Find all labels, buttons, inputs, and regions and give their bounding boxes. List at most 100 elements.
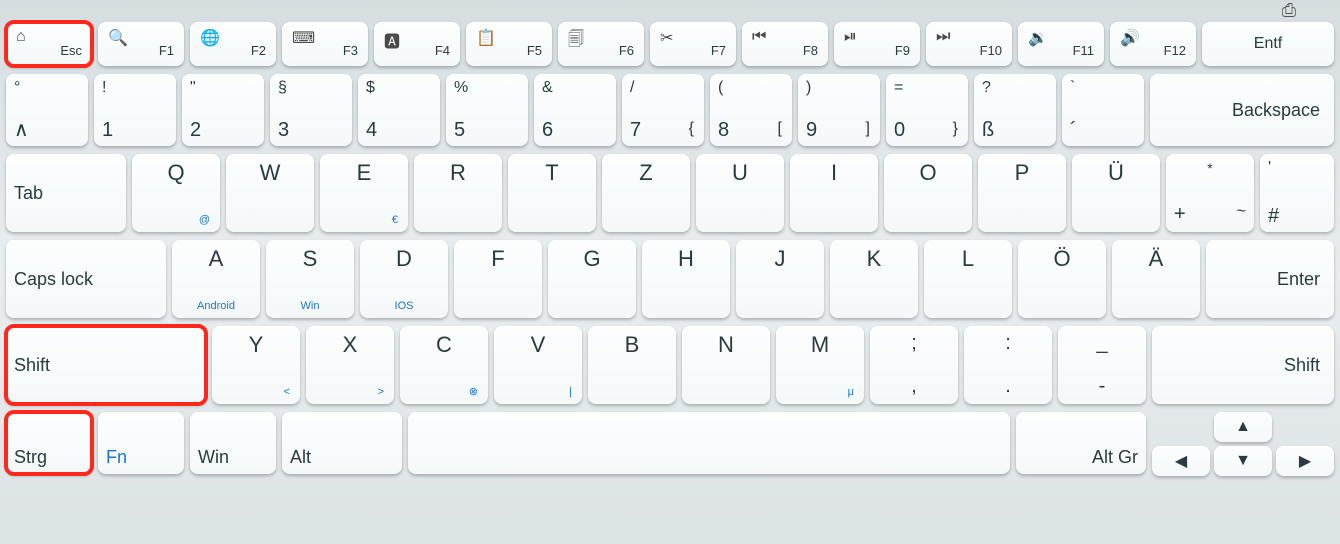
key-c[interactable]: C⊗ bbox=[400, 326, 488, 404]
key-esc[interactable]: ⌂ Esc bbox=[6, 22, 92, 66]
key-f10[interactable]: ⏭ F10 bbox=[926, 22, 1012, 66]
key-3[interactable]: §3 bbox=[270, 74, 352, 146]
key-label: Shift bbox=[1284, 355, 1320, 376]
key-f11[interactable]: 🔉 F11 bbox=[1018, 22, 1104, 66]
key-8[interactable]: (8[ bbox=[710, 74, 792, 146]
key-f12[interactable]: 🔊 F12 bbox=[1110, 22, 1196, 66]
key-u[interactable]: U bbox=[696, 154, 784, 232]
prev-track-icon: ⏮ bbox=[752, 28, 766, 46]
key-label: Tab bbox=[14, 183, 118, 204]
key-q[interactable]: Q@ bbox=[132, 154, 220, 232]
key-t[interactable]: T bbox=[508, 154, 596, 232]
key-f2[interactable]: 🌐 F2 bbox=[190, 22, 276, 66]
key-tab[interactable]: Tab bbox=[6, 154, 126, 232]
key-enter[interactable]: Enter bbox=[1206, 240, 1334, 318]
key-arrow-up[interactable]: ▲ bbox=[1214, 412, 1272, 442]
key-v[interactable]: V| bbox=[494, 326, 582, 404]
key-arrow-down[interactable]: ▼ bbox=[1214, 446, 1272, 476]
key-2[interactable]: "2 bbox=[182, 74, 264, 146]
key-1[interactable]: !1 bbox=[94, 74, 176, 146]
key-f1[interactable]: 🔍 F1 bbox=[98, 22, 184, 66]
key-5[interactable]: %5 bbox=[446, 74, 528, 146]
key-dash[interactable]: _- bbox=[1058, 326, 1146, 404]
key-strg[interactable]: Strg bbox=[6, 412, 92, 474]
key-altgr[interactable]: Alt Gr bbox=[1016, 412, 1146, 474]
key-a[interactable]: AAndroid bbox=[172, 240, 260, 318]
key-arrow-right[interactable]: ▶ bbox=[1276, 446, 1334, 476]
next-track-icon: ⏭ bbox=[936, 28, 950, 46]
key-j[interactable]: J bbox=[736, 240, 824, 318]
key-label: F2 bbox=[251, 43, 266, 58]
key-f7[interactable]: ✂ F7 bbox=[650, 22, 736, 66]
key-b[interactable]: B bbox=[588, 326, 676, 404]
key-f8[interactable]: ⏮ F8 bbox=[742, 22, 828, 66]
key-label: Alt bbox=[290, 447, 394, 468]
key-plus[interactable]: * + ~ bbox=[1166, 154, 1254, 232]
key-p[interactable]: P bbox=[978, 154, 1066, 232]
key-eszett[interactable]: ?ß bbox=[974, 74, 1056, 146]
key-alt: } bbox=[953, 120, 958, 138]
key-f4[interactable]: 🅰 F4 bbox=[374, 22, 460, 66]
key-6[interactable]: &6 bbox=[534, 74, 616, 146]
key-w[interactable]: W bbox=[226, 154, 314, 232]
key-m[interactable]: Mμ bbox=[776, 326, 864, 404]
key-accent[interactable]: `´ bbox=[1062, 74, 1144, 146]
key-backspace[interactable]: Backspace bbox=[1150, 74, 1334, 146]
key-label: Fn bbox=[106, 447, 176, 468]
key-fn[interactable]: Fn bbox=[98, 412, 184, 474]
key-win[interactable]: Win bbox=[190, 412, 276, 474]
key-4[interactable]: $4 bbox=[358, 74, 440, 146]
key-grave[interactable]: °∧ bbox=[6, 74, 88, 146]
key-s[interactable]: SWin bbox=[266, 240, 354, 318]
key-period[interactable]: :. bbox=[964, 326, 1052, 404]
search-icon: 🔍 bbox=[108, 28, 128, 48]
key-hash[interactable]: '# bbox=[1260, 154, 1334, 232]
key-f3[interactable]: ⌨ F3 bbox=[282, 22, 368, 66]
key-h[interactable]: H bbox=[642, 240, 730, 318]
key-letter: X bbox=[314, 332, 386, 358]
key-9[interactable]: )9] bbox=[798, 74, 880, 146]
key-alt[interactable]: Alt bbox=[282, 412, 402, 474]
key-arrow-left[interactable]: ◀ bbox=[1152, 446, 1210, 476]
key-entf[interactable]: Entf bbox=[1202, 22, 1334, 66]
volume-down-icon: 🔉 bbox=[1028, 28, 1048, 48]
key-space[interactable] bbox=[408, 412, 1010, 474]
key-e[interactable]: E€ bbox=[320, 154, 408, 232]
key-x[interactable]: X> bbox=[306, 326, 394, 404]
key-l[interactable]: L bbox=[924, 240, 1012, 318]
key-capslock[interactable]: Caps lock bbox=[6, 240, 166, 318]
key-0[interactable]: =0} bbox=[886, 74, 968, 146]
key-shift-left[interactable]: Shift bbox=[6, 326, 206, 404]
key-ae[interactable]: Ä bbox=[1112, 240, 1200, 318]
key-ue[interactable]: Ü bbox=[1072, 154, 1160, 232]
key-oe[interactable]: Ö bbox=[1018, 240, 1106, 318]
arrow-down-icon: ▼ bbox=[1235, 452, 1251, 470]
key-f6[interactable]: 🗐 F6 bbox=[558, 22, 644, 66]
key-comma[interactable]: ;, bbox=[870, 326, 958, 404]
key-7[interactable]: /7{ bbox=[622, 74, 704, 146]
key-shift-right[interactable]: Shift bbox=[1152, 326, 1334, 404]
key-top: § bbox=[278, 80, 344, 96]
key-i[interactable]: I bbox=[790, 154, 878, 232]
key-n[interactable]: N bbox=[682, 326, 770, 404]
row-asdf: Caps lock AAndroid SWin DIOS F G H J K L… bbox=[6, 240, 1334, 318]
key-z[interactable]: Z bbox=[602, 154, 690, 232]
print-icon: ⎙ bbox=[1274, 0, 1304, 14]
key-k[interactable]: K bbox=[830, 240, 918, 318]
key-letter: N bbox=[690, 332, 762, 358]
key-bottom: ∧ bbox=[14, 120, 80, 140]
key-d[interactable]: DIOS bbox=[360, 240, 448, 318]
key-o[interactable]: O bbox=[884, 154, 972, 232]
key-bottom: 3 bbox=[278, 120, 344, 140]
key-g[interactable]: G bbox=[548, 240, 636, 318]
key-letter: T bbox=[516, 160, 588, 186]
key-y[interactable]: Y< bbox=[212, 326, 300, 404]
key-f9[interactable]: ⏯ F9 bbox=[834, 22, 920, 66]
key-letter: M bbox=[784, 332, 856, 358]
key-letter: B bbox=[596, 332, 668, 358]
key-alt: { bbox=[689, 120, 694, 138]
key-letter: D bbox=[368, 246, 440, 272]
key-f5[interactable]: 📋 F5 bbox=[466, 22, 552, 66]
key-r[interactable]: R bbox=[414, 154, 502, 232]
key-f[interactable]: F bbox=[454, 240, 542, 318]
